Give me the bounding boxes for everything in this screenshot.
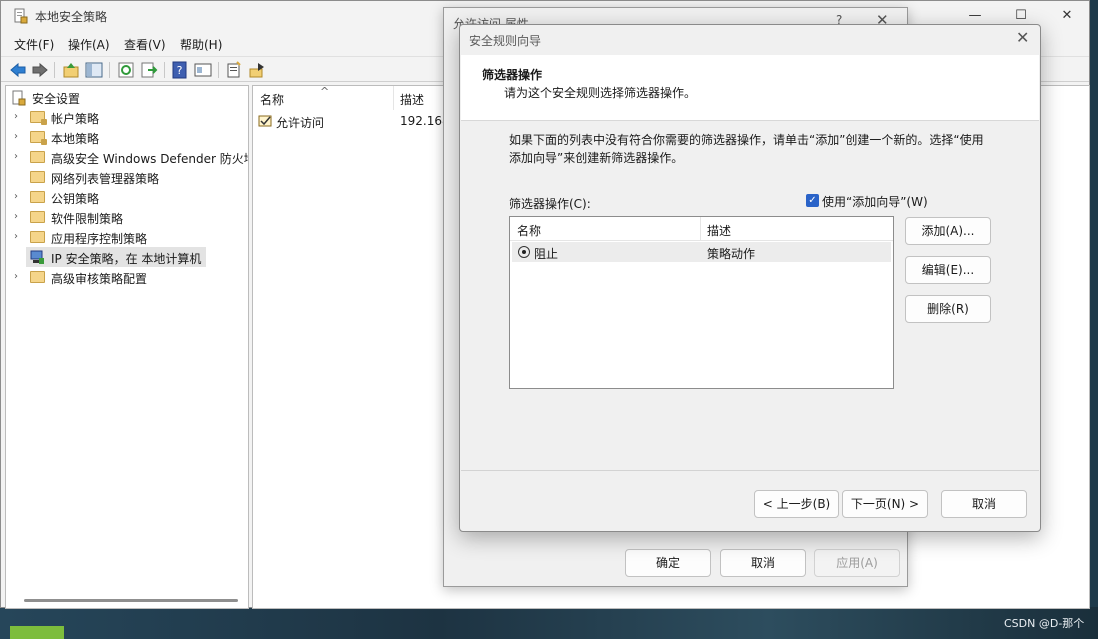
radio-selected-icon[interactable]: [518, 246, 530, 258]
folder-icon: [30, 211, 45, 223]
folder-icon: [30, 271, 45, 283]
security-settings-icon: [12, 90, 26, 106]
tree-item-ip-security[interactable]: IP 安全策略，在 本地计算机: [26, 247, 206, 267]
wizard-divider: [461, 470, 1039, 471]
tree-item-label: 本地策略: [51, 132, 100, 146]
new-policy-icon[interactable]: [225, 61, 243, 79]
close-button[interactable]: ✕: [1016, 28, 1029, 47]
cancel-button[interactable]: 取消: [720, 549, 806, 577]
ip-security-icon: [30, 250, 44, 264]
chevron-right-icon[interactable]: ›: [14, 271, 18, 282]
chevron-right-icon[interactable]: ›: [14, 191, 18, 202]
folder-lock-icon: [30, 131, 47, 145]
delete-button[interactable]: 删除(R): [905, 295, 991, 323]
filter-actions-label: 筛选器操作(C):: [509, 197, 591, 211]
use-add-wizard-label[interactable]: 使用“添加向导”(W): [822, 193, 928, 210]
filter-action-description: 策略动作: [707, 247, 756, 261]
column-header-description[interactable]: 描述: [707, 222, 731, 239]
chevron-right-icon[interactable]: ›: [14, 211, 18, 222]
assign-policy-icon[interactable]: [248, 61, 266, 79]
watermark: CSDN @D-那个: [1004, 617, 1085, 630]
use-add-wizard-checkbox[interactable]: ✓: [806, 194, 819, 207]
apply-button[interactable]: 应用(A): [814, 549, 900, 577]
forward-arrow-icon[interactable]: [31, 61, 49, 79]
back-arrow-icon[interactable]: [9, 61, 27, 79]
tree-item-local-policies[interactable]: › 本地策略: [6, 127, 248, 147]
chevron-right-icon[interactable]: ›: [14, 111, 18, 122]
menu-help[interactable]: 帮助(H): [180, 36, 222, 53]
back-button[interactable]: < 上一步(B): [754, 490, 839, 518]
folder-icon: [30, 151, 45, 163]
wizard-heading: 筛选器操作: [482, 68, 543, 82]
security-rule-wizard: 安全规则向导 ✕ 筛选器操作 请为这个安全规则选择筛选器操作。 如果下面的列表中…: [459, 24, 1041, 532]
horizontal-scrollbar[interactable]: [24, 599, 238, 602]
tree-item-account-policies[interactable]: › 帐户策略: [6, 107, 248, 127]
refresh-icon[interactable]: [117, 61, 135, 79]
tree-item-label: 帐户策略: [51, 112, 100, 126]
folder-icon: [30, 171, 45, 183]
svg-text:?: ?: [177, 64, 183, 77]
tree-item-label: 高级安全 Windows Defender 防火墙: [51, 152, 248, 166]
column-divider[interactable]: [700, 217, 701, 241]
wizard-description: 如果下面的列表中没有符合你需要的筛选器操作，请单击“添加”创建一个新的。选择“使…: [509, 133, 984, 165]
export-list-icon[interactable]: [140, 61, 158, 79]
column-divider[interactable]: [393, 86, 394, 110]
up-folder-icon[interactable]: [62, 61, 80, 79]
tree-item-network-list-manager[interactable]: 网络列表管理器策略: [6, 167, 248, 187]
add-button[interactable]: 添加(A)...: [905, 217, 991, 245]
wizard-title: 安全规则向导: [469, 34, 542, 48]
edit-button[interactable]: 编辑(E)...: [905, 256, 991, 284]
window-title: 本地安全策略: [35, 10, 108, 24]
sort-up-icon: ^: [320, 85, 330, 98]
desktop-taskbar-item: [10, 626, 64, 639]
list-item-name[interactable]: 允许访问: [276, 114, 324, 131]
wizard-header: 筛选器操作 请为这个安全规则选择筛选器操作。: [461, 55, 1039, 121]
local-security-policy-icon: [14, 8, 28, 24]
toolbar-separator: [54, 62, 55, 78]
tree-item-label: 软件限制策略: [51, 212, 124, 226]
tree-item-advanced-audit[interactable]: › 高级审核策略配置: [6, 267, 248, 287]
tree-item-label: IP 安全策略，在 本地计算机: [51, 252, 202, 266]
cancel-button[interactable]: 取消: [941, 490, 1027, 518]
toolbar-separator: [164, 62, 165, 78]
tree-item-label: 网络列表管理器策略: [51, 172, 160, 186]
tree-item-security-settings[interactable]: ∨ 安全设置: [6, 87, 248, 107]
tree-item-app-control[interactable]: › 应用程序控制策略: [6, 227, 248, 247]
ip-policy-item-icon: [258, 115, 272, 127]
folder-icon: [30, 231, 45, 243]
ok-button[interactable]: 确定: [625, 549, 711, 577]
toolbar-separator: [109, 62, 110, 78]
next-button[interactable]: 下一页(N) >: [842, 490, 928, 518]
properties-view-icon[interactable]: [194, 61, 212, 79]
filter-action-name: 阻止: [534, 247, 559, 261]
tree-item-label: 安全设置: [32, 92, 81, 106]
column-header-name[interactable]: 名称: [517, 222, 541, 239]
wizard-subheading: 请为这个安全规则选择筛选器操作。: [504, 86, 697, 100]
desktop-background: [0, 607, 1098, 639]
filter-actions-list: 名称 描述 阻止 策略动作: [509, 216, 894, 389]
tree-item-software-restriction[interactable]: › 软件限制策略: [6, 207, 248, 227]
tree-item-label: 应用程序控制策略: [51, 232, 148, 246]
folder-icon: [30, 191, 45, 203]
tree-item-label: 公钥策略: [51, 192, 100, 206]
chevron-right-icon[interactable]: ›: [14, 231, 18, 242]
chevron-right-icon[interactable]: ›: [14, 151, 18, 162]
help-icon[interactable]: ?: [171, 61, 189, 79]
tree-item-label: 高级审核策略配置: [51, 272, 148, 286]
tree-item-public-key-policies[interactable]: › 公钥策略: [6, 187, 248, 207]
show-hide-tree-icon[interactable]: [85, 61, 103, 79]
filter-list-header: 名称 描述: [510, 217, 893, 241]
chevron-right-icon[interactable]: ›: [14, 131, 18, 142]
tree-item-defender-firewall[interactable]: › 高级安全 Windows Defender 防火墙: [6, 147, 248, 167]
filter-action-row-block[interactable]: 阻止 策略动作: [512, 242, 891, 262]
menu-action[interactable]: 操作(A): [68, 36, 110, 53]
menu-file[interactable]: 文件(F): [14, 36, 54, 53]
menu-view[interactable]: 查看(V): [124, 36, 166, 53]
folder-lock-icon: [30, 111, 47, 125]
close-button[interactable]: ✕: [1044, 1, 1090, 31]
toolbar-separator: [218, 62, 219, 78]
column-header-description[interactable]: 描述: [400, 91, 424, 108]
column-header-name[interactable]: 名称: [260, 91, 284, 108]
navigation-tree: ∨ 安全设置 › 帐户策略 › 本地策略 › 高级安全 Windows Defe…: [5, 85, 249, 609]
